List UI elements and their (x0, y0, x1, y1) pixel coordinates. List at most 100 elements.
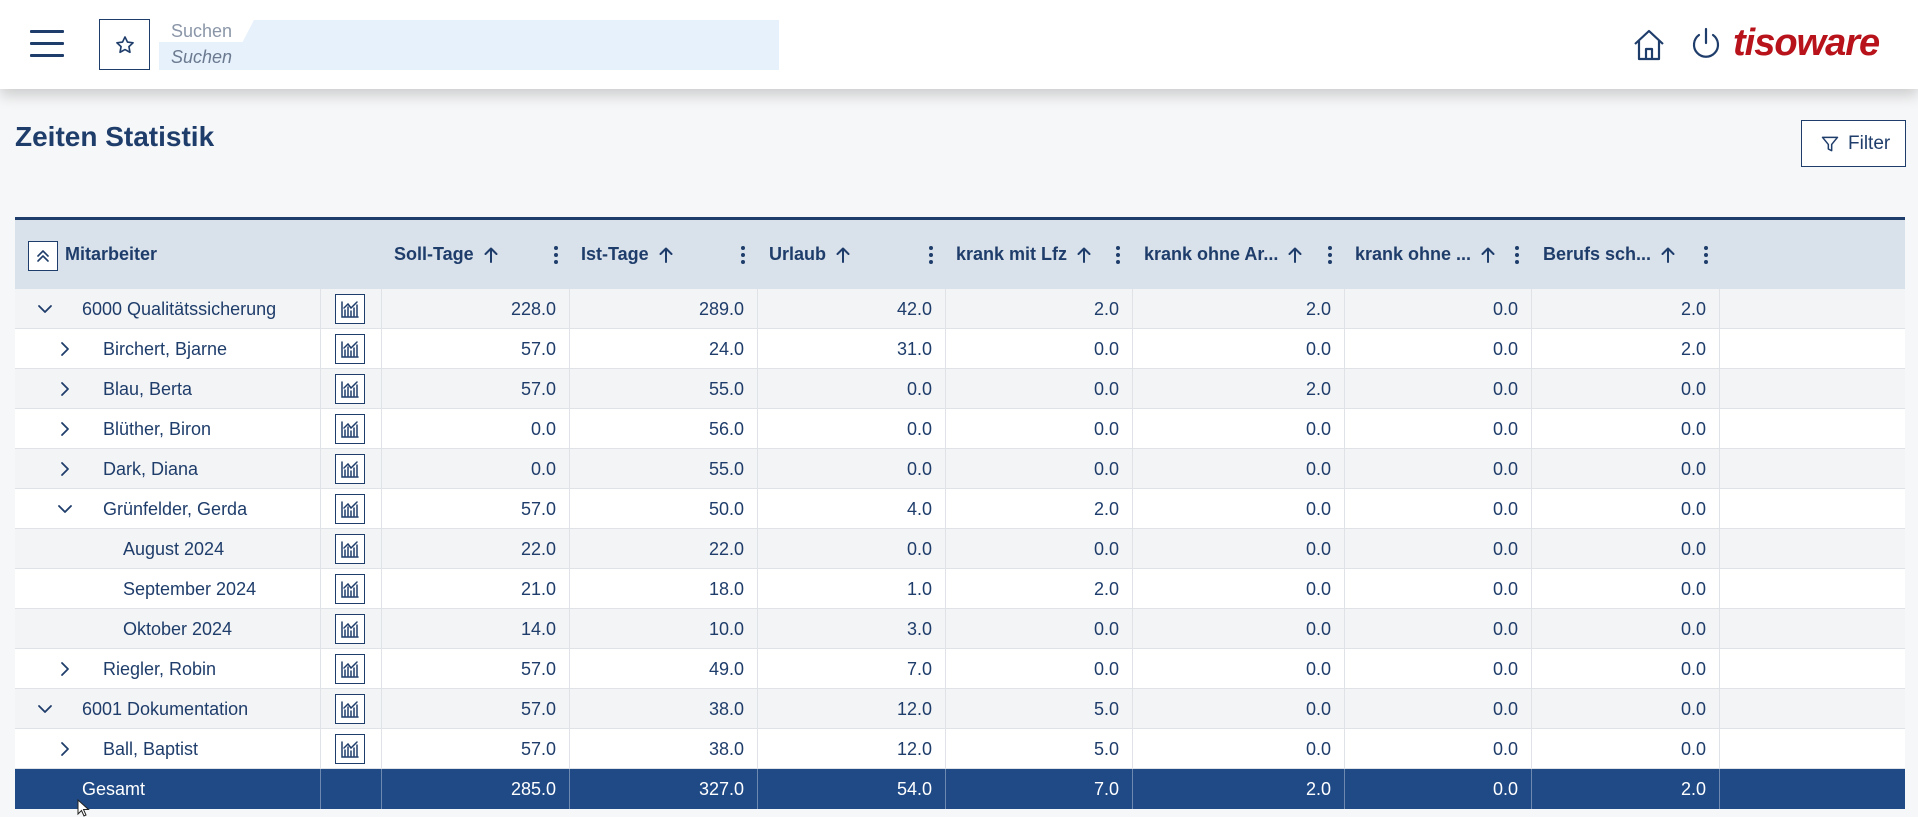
column-divider (1719, 649, 1720, 688)
chart-button[interactable] (335, 334, 365, 364)
row-name: September 2024 (123, 578, 257, 599)
page-title: Zeiten Statistik (15, 121, 215, 152)
chart-button[interactable] (335, 454, 365, 484)
row-value: 0.0 (1492, 338, 1518, 359)
chart-button[interactable] (335, 414, 365, 444)
row-value: 0.0 (1680, 498, 1706, 519)
row-value: 0.0 (1492, 378, 1518, 399)
chevron-down-icon[interactable] (35, 299, 55, 319)
table-row: Blau, Berta 57.0 55.0 0.0 0.0 2.0 0.0 0.0 (15, 369, 1905, 409)
tisoware-logo: tisoware (1733, 22, 1880, 64)
home-button[interactable] (1630, 26, 1668, 64)
row-value: 0.0 (1093, 378, 1119, 399)
column-divider (320, 369, 321, 408)
row-value: 0.0 (1680, 738, 1706, 759)
row-value: 0.0 (906, 458, 932, 479)
favorite-button[interactable] (99, 19, 150, 70)
chevron-right-icon[interactable] (55, 339, 75, 359)
table-row: Grünfelder, Gerda 57.0 50.0 4.0 2.0 0.0 0.0 0.0 (15, 489, 1905, 529)
column-divider (320, 769, 321, 809)
more-vert-icon[interactable] (1325, 244, 1335, 266)
column-header-label: Berufs sch... (1543, 244, 1652, 264)
sort-arrow-icon[interactable] (1287, 246, 1303, 264)
chevron-down-icon[interactable] (55, 499, 75, 519)
column-divider (1719, 329, 1720, 368)
chart-button[interactable] (335, 494, 365, 524)
column-header-0[interactable]: Mitarbeiter (65, 220, 157, 289)
total-value: 285.0 (510, 778, 556, 799)
search-input[interactable] (171, 46, 761, 68)
column-divider (320, 609, 321, 648)
column-header-7[interactable]: Berufs sch... (1543, 220, 1676, 289)
chart-icon (341, 741, 359, 758)
column-header-5[interactable]: krank ohne Ar... (1144, 220, 1303, 289)
chart-icon (341, 461, 359, 478)
row-value: 0.0 (1305, 458, 1331, 479)
column-header-2[interactable]: Ist-Tage (581, 220, 674, 289)
table-row: Ball, Baptist 57.0 38.0 12.0 5.0 0.0 0.0 0.0 (15, 729, 1905, 769)
logout-button[interactable] (1687, 25, 1725, 63)
column-header-1[interactable]: Soll-Tage (394, 220, 499, 289)
sort-arrow-icon[interactable] (835, 246, 851, 264)
statistics-table: Mitarbeiter Soll-Tage Ist-Tage Urlaub krank … (15, 217, 1905, 809)
row-value: 57.0 (520, 698, 556, 719)
collapse-all-button[interactable] (28, 241, 58, 271)
chart-button[interactable] (335, 614, 365, 644)
column-header-label: Ist-Tage (581, 244, 649, 264)
row-value: 55.0 (708, 458, 744, 479)
column-header-4[interactable]: krank mit Lfz (956, 220, 1092, 289)
row-name: Ball, Baptist (103, 738, 199, 759)
column-header-6[interactable]: krank ohne ... (1355, 220, 1496, 289)
column-header-label: Soll-Tage (394, 244, 474, 264)
chevron-right-icon[interactable] (55, 739, 75, 759)
chart-button[interactable] (335, 694, 365, 724)
row-value: 0.0 (1680, 658, 1706, 679)
more-vert-icon[interactable] (738, 244, 748, 266)
row-value: 0.0 (1680, 578, 1706, 599)
column-divider (1719, 769, 1720, 809)
row-value: 0.0 (906, 418, 932, 439)
chart-button[interactable] (335, 374, 365, 404)
chart-icon (341, 301, 359, 318)
filter-button[interactable]: Filter (1801, 120, 1906, 167)
row-value: 24.0 (708, 338, 744, 359)
chevron-down-icon[interactable] (35, 699, 55, 719)
more-vert-icon[interactable] (1113, 244, 1123, 266)
row-value: 0.0 (1492, 658, 1518, 679)
search-box[interactable]: Suchen (159, 20, 779, 70)
table-row: Riegler, Robin 57.0 49.0 7.0 0.0 0.0 0.0 0.0 (15, 649, 1905, 689)
sort-arrow-icon[interactable] (1660, 246, 1676, 264)
chart-button[interactable] (335, 574, 365, 604)
chart-icon (341, 701, 359, 718)
chart-button[interactable] (335, 294, 365, 324)
menu-icon[interactable] (27, 25, 67, 61)
table-row: Dark, Diana 0.0 55.0 0.0 0.0 0.0 0.0 0.0 (15, 449, 1905, 489)
row-value: 56.0 (708, 418, 744, 439)
sort-arrow-icon[interactable] (1480, 246, 1496, 264)
chart-button[interactable] (335, 734, 365, 764)
row-value: 0.0 (1093, 418, 1119, 439)
row-value: 0.0 (1492, 578, 1518, 599)
more-vert-icon[interactable] (1701, 244, 1711, 266)
row-value: 0.0 (1305, 498, 1331, 519)
column-header-3[interactable]: Urlaub (769, 220, 851, 289)
row-name: 6000 Qualitätssicherung (82, 298, 277, 319)
more-vert-icon[interactable] (1512, 244, 1522, 266)
chevron-right-icon[interactable] (55, 659, 75, 679)
chart-button[interactable] (335, 534, 365, 564)
sort-arrow-icon[interactable] (658, 246, 674, 264)
row-value: 0.0 (1305, 418, 1331, 439)
row-name: Blüther, Biron (103, 418, 212, 439)
more-vert-icon[interactable] (551, 244, 561, 266)
chevron-right-icon[interactable] (55, 419, 75, 439)
chevron-right-icon[interactable] (55, 459, 75, 479)
row-name: Oktober 2024 (123, 618, 233, 639)
more-vert-icon[interactable] (926, 244, 936, 266)
chart-button[interactable] (335, 654, 365, 684)
sort-arrow-icon[interactable] (1076, 246, 1092, 264)
row-value: 0.0 (1305, 738, 1331, 759)
row-value: 57.0 (520, 338, 556, 359)
sort-arrow-icon[interactable] (483, 246, 499, 264)
column-divider (1719, 409, 1720, 448)
chevron-right-icon[interactable] (55, 379, 75, 399)
